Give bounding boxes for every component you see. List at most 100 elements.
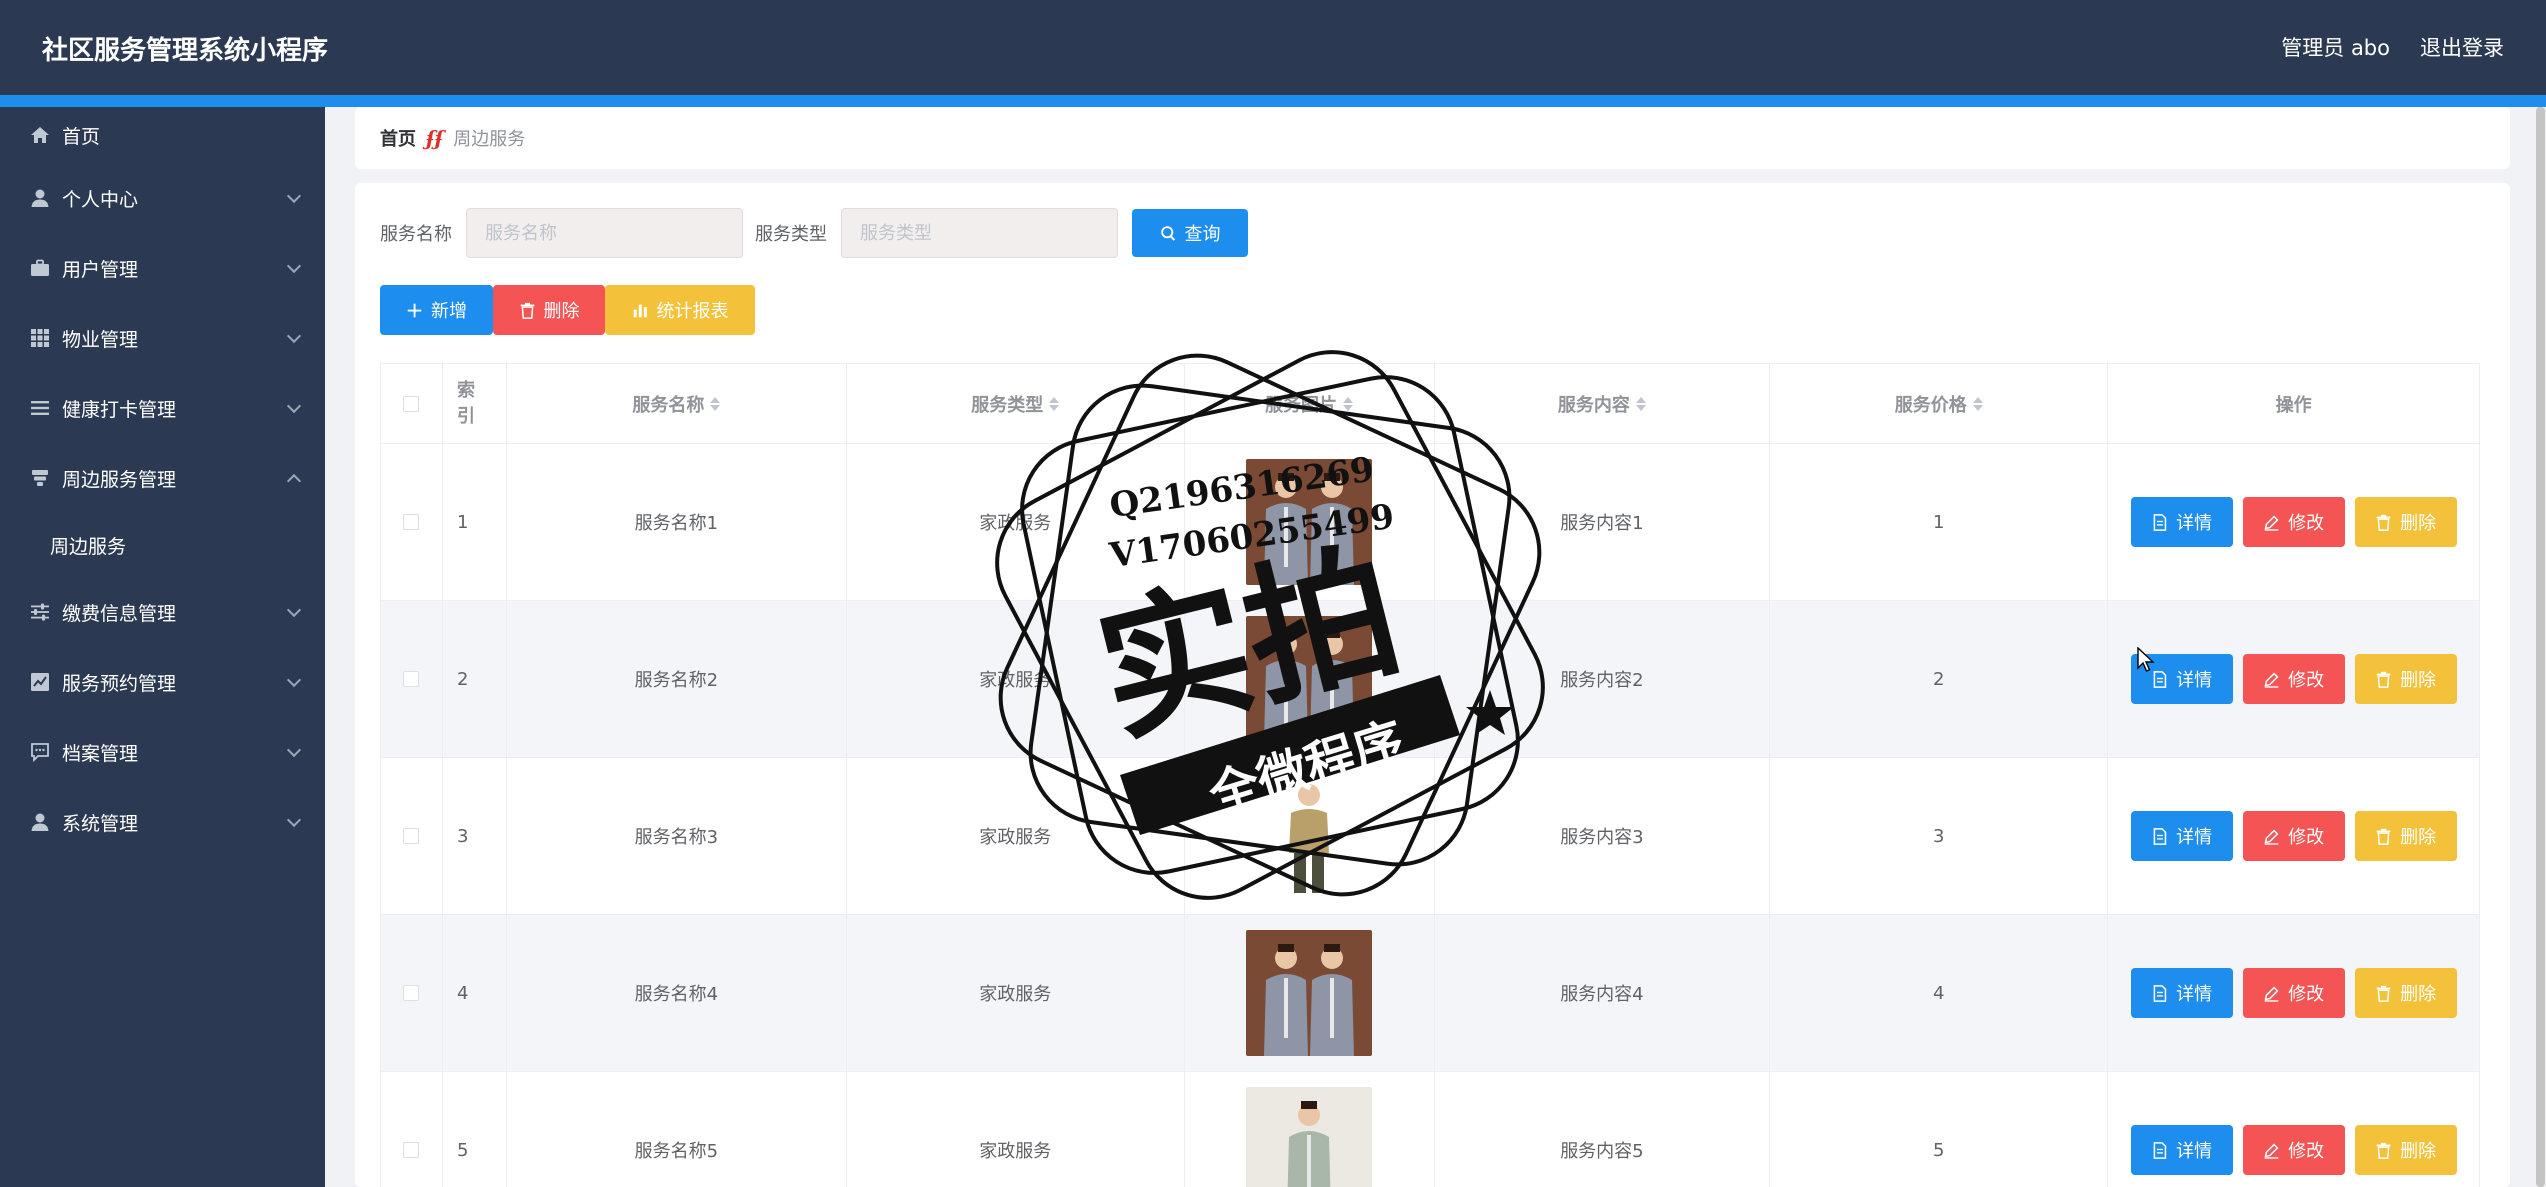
batch-delete-button[interactable]: 删除 [493,285,605,335]
sidebar-item-personal-center[interactable]: 个人中心 [0,163,325,233]
chevron-down-icon [286,328,302,344]
table-row: 1 服务名称1 家政服务 服务内容1 1 详情 修改 删除 [381,444,2481,601]
delete-button[interactable]: 删除 [2354,968,2457,1018]
sidebar-item-label: 周边服务管理 [62,468,177,491]
sidebar-item-property-management[interactable]: 物业管理 [0,303,325,373]
detail-button[interactable]: 详情 [2130,811,2233,861]
edit-button[interactable]: 修改 [2242,968,2345,1018]
sort-icon[interactable] [1343,396,1354,411]
detail-button-label: 详情 [2176,513,2213,534]
detail-button[interactable]: 详情 [2130,968,2233,1018]
query-button-label: 查询 [1184,224,1221,245]
row-select-cell [381,601,443,758]
header-service-name-label: 服务名称 [632,394,705,416]
delete-button[interactable]: 删除 [2354,497,2457,547]
header-service-type[interactable]: 服务类型 [846,364,1185,444]
scrollbar-thumb[interactable] [2536,107,2545,1187]
pencil-icon [2264,828,2279,845]
row-index: 4 [442,915,507,1072]
sort-icon[interactable] [1635,396,1646,411]
header-service-name[interactable]: 服务名称 [506,364,847,444]
statistics-report-button[interactable]: 统计报表 [605,285,755,335]
row-service-name: 服务名称4 [506,915,847,1072]
sidebar-item-label: 服务预约管理 [62,672,177,695]
document-icon [2153,670,2167,688]
header-user-area: 管理员 abo 退出登录 [2281,32,2504,62]
chevron-down-icon [286,188,302,204]
row-checkbox[interactable] [403,985,420,1001]
row-service-type: 家政服务 [846,758,1185,915]
edit-button[interactable]: 修改 [2242,1125,2345,1175]
service-type-label: 服务类型 [755,224,827,245]
delete-button[interactable]: 删除 [2354,654,2457,704]
sidebar-item-system[interactable]: 系统管理 [0,787,325,857]
row-index: 1 [442,444,507,601]
header-service-content-label: 服务内容 [1557,394,1630,416]
row-service-image-cell [1184,444,1435,601]
sort-icon[interactable] [1049,396,1060,411]
delete-button[interactable]: 删除 [2354,1125,2457,1175]
page-scrollbar[interactable] [2535,107,2546,1187]
service-type-input[interactable] [841,208,1118,258]
trash-icon [2376,985,2391,1002]
stack-icon [30,468,50,488]
detail-button-label: 详情 [2176,670,2213,691]
row-checkbox[interactable] [403,828,420,844]
trash-icon [2376,514,2391,531]
delete-button-label: 删除 [2400,1141,2437,1162]
add-button[interactable]: 新增 [380,285,493,335]
sidebar-item-service-booking[interactable]: 服务预约管理 [0,647,325,717]
sidebar-item-nearby-services[interactable]: 周边服务管理 [0,443,325,513]
sort-icon[interactable] [1972,396,1983,411]
edit-button[interactable]: 修改 [2242,497,2345,547]
logout-link[interactable]: 退出登录 [2420,32,2504,62]
service-image [1246,459,1373,585]
services-table: 索引 服务名称 服务类型 服务图片 服务内容 服务价格 操作 1 服务名称1 家… [380,363,2481,1187]
batch-delete-label: 删除 [543,301,580,322]
document-icon [2153,827,2167,845]
service-name-input[interactable] [466,208,743,258]
sidebar-item-payment-info[interactable]: 缴费信息管理 [0,577,325,647]
breadcrumb-home[interactable]: 首页 [380,125,416,151]
row-service-name: 服务名称5 [507,1072,847,1187]
row-select-cell [381,444,443,601]
sidebar-item-health-checkin[interactable]: 健康打卡管理 [0,373,325,443]
sidebar-item-label: 健康打卡管理 [62,398,177,421]
sidebar-item-label: 系统管理 [62,812,139,835]
app-title: 社区服务管理系统小程序 [42,36,329,66]
header-service-price[interactable]: 服务价格 [1770,364,2109,444]
sidebar-item-label: 档案管理 [62,742,139,765]
row-operations: 详情 修改 删除 [2108,758,2481,915]
row-checkbox[interactable] [403,514,420,530]
table-row: 5 服务名称5 家政服务 服务内容5 5 详情 修改 删除 [381,1072,2481,1187]
search-form: 服务名称 服务类型 查询 [380,208,1248,258]
sidebar-item-archive[interactable]: 档案管理 [0,717,325,787]
sidebar-item-home[interactable]: 首页 [0,107,325,163]
header-service-image[interactable]: 服务图片 [1184,364,1435,444]
breadcrumb: 首页 ʄʄ 周边服务 [355,107,2510,169]
edit-button[interactable]: 修改 [2242,811,2345,861]
detail-button[interactable]: 详情 [2130,1125,2233,1175]
detail-button[interactable]: 详情 [2130,497,2233,547]
content-panel: 服务名称 服务类型 查询 新增 删除 统计报表 索引 服务名称 服务类型 服务图… [355,183,2510,1187]
sort-icon[interactable] [710,396,721,411]
row-checkbox[interactable] [403,671,420,687]
pencil-icon [2264,671,2279,688]
delete-button[interactable]: 删除 [2354,811,2457,861]
home-icon [30,125,50,145]
sidebar-subitem-nearby-service[interactable]: 周边服务 [0,513,325,577]
edit-button-label: 修改 [2288,513,2325,534]
chevron-down-icon [286,742,302,758]
row-checkbox[interactable] [403,1142,420,1158]
header-service-content[interactable]: 服务内容 [1434,364,1771,444]
document-icon [2153,1141,2167,1159]
admin-user-label[interactable]: 管理员 abo [2281,32,2390,62]
sidebar-menu: 首页 个人中心 用户管理 物业管理 健康打卡管理 周边服务管理 周边服务 缴费信… [0,107,325,1187]
sidebar-item-user-management[interactable]: 用户管理 [0,233,325,303]
pencil-icon [2264,985,2279,1002]
select-all-checkbox[interactable] [403,395,420,412]
query-button[interactable]: 查询 [1132,209,1248,257]
sidebar-item-label: 用户管理 [62,258,139,281]
edit-button[interactable]: 修改 [2242,654,2345,704]
service-name-label: 服务名称 [380,224,452,245]
